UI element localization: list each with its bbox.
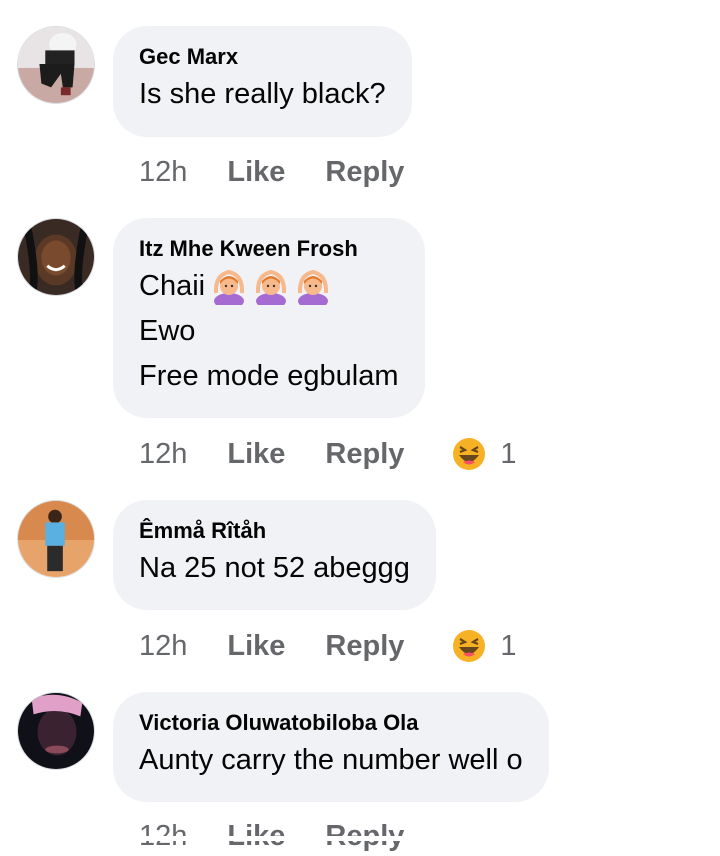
comment-author[interactable]: Victoria Oluwatobiloba Ola — [139, 708, 523, 738]
avatar[interactable] — [17, 218, 95, 296]
reaction-count: 1 — [500, 437, 517, 470]
reaction-count: 1 — [500, 629, 517, 662]
avatar-photo-icon — [18, 27, 94, 103]
avatar[interactable] — [17, 692, 95, 770]
comment-bubble: Êmmå Rîtåh Na 25 not 52 abeggg — [113, 500, 436, 610]
laughing-emoji-icon — [453, 438, 486, 470]
laughing-emoji-icon — [453, 630, 486, 662]
woman-gesturing-ok-icon — [298, 269, 329, 305]
comment-text: Ewo — [139, 315, 196, 347]
like-button[interactable]: Like — [227, 438, 285, 471]
comment-text: Chaii — [139, 270, 206, 302]
avatar-photo-icon — [18, 693, 94, 769]
reply-button[interactable]: Reply — [325, 630, 404, 663]
reply-button[interactable]: Reply — [325, 156, 404, 189]
comment-timestamp[interactable]: 12h — [139, 438, 187, 471]
viewport-edge — [0, 836, 720, 841]
comment-bubble: Gec Marx Is she really black? — [113, 26, 412, 137]
comment-timestamp[interactable]: 12h — [139, 156, 187, 189]
woman-gesturing-ok-icon — [214, 269, 245, 305]
comment-text-line: Chaii — [139, 264, 399, 309]
reaction-summary[interactable]: 1 — [452, 629, 517, 663]
comment-author[interactable]: Êmmå Rîtåh — [139, 516, 410, 546]
comment-actions: 12h Like Reply 1 — [139, 626, 517, 666]
comment-actions: 12h Like Reply 1 — [139, 434, 517, 474]
avatar-photo-icon — [18, 501, 94, 577]
comment-text: Aunty carry the number well o — [139, 744, 523, 776]
comment-text: Na 25 not 52 abeggg — [139, 552, 410, 584]
avatar[interactable] — [17, 26, 95, 104]
like-button[interactable]: Like — [227, 156, 285, 189]
avatar-photo-icon — [18, 219, 94, 295]
comment-text: Free mode egbulam — [139, 360, 399, 392]
comment-text: Is she really black? — [139, 78, 386, 110]
comment-timestamp[interactable]: 12h — [139, 630, 187, 663]
reply-button[interactable]: Reply — [325, 438, 404, 471]
comment-author[interactable]: Itz Mhe Kween Frosh — [139, 234, 399, 264]
comment-actions: 12h Like Reply — [139, 152, 444, 192]
woman-gesturing-ok-icon — [256, 269, 287, 305]
avatar[interactable] — [17, 500, 95, 578]
comment-bubble: Itz Mhe Kween Frosh Chaii Ewo Free mode … — [113, 218, 425, 418]
comment-bubble: Victoria Oluwatobiloba Ola Aunty carry t… — [113, 692, 549, 802]
comment-author[interactable]: Gec Marx — [139, 42, 386, 72]
like-button[interactable]: Like — [227, 630, 285, 663]
reaction-summary[interactable]: 1 — [452, 437, 517, 471]
